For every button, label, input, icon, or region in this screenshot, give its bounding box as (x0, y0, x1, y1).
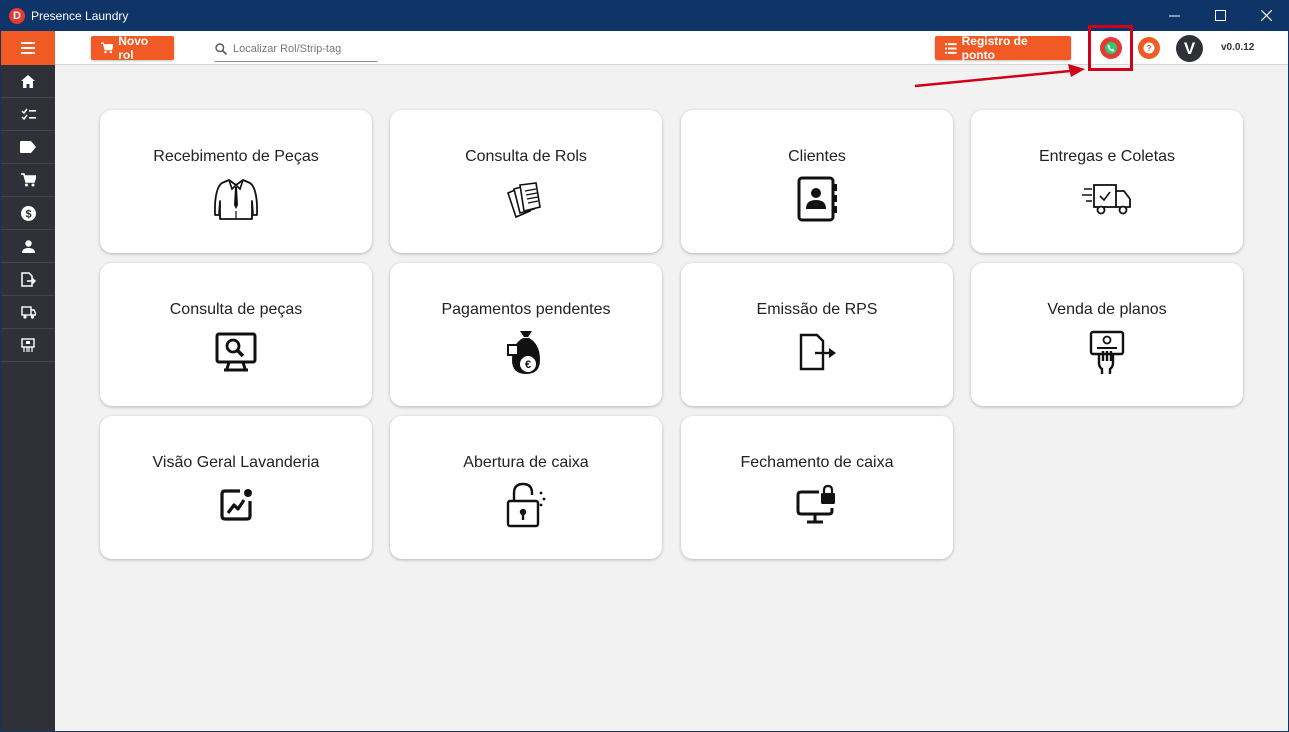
novo-rol-label: Novo rol (118, 34, 149, 62)
card-title: Consulta de Rols (465, 148, 587, 165)
checklist-icon (20, 108, 36, 120)
sidebar-item-finance[interactable]: $ (1, 197, 55, 230)
card-pagamentos-pendentes[interactable]: Pagamentos pendentes € (390, 263, 662, 406)
menu-toggle-button[interactable] (1, 31, 55, 65)
card-abertura-caixa[interactable]: Abertura de caixa (390, 416, 662, 559)
card-title: Consulta de peças (169, 301, 303, 318)
export-document-icon (20, 271, 36, 287)
maximize-button[interactable] (1197, 0, 1243, 31)
shirt-icon (214, 179, 258, 220)
sidebar-item-users[interactable] (1, 230, 55, 263)
avatar[interactable]: V (1176, 35, 1203, 62)
close-icon (1260, 10, 1272, 21)
dollar-icon: $ (20, 205, 36, 221)
svg-text:?: ? (1146, 43, 1151, 53)
search-icon (215, 43, 227, 55)
monitor-search-icon (215, 332, 257, 372)
minimize-icon (1168, 15, 1180, 17)
card-venda-planos[interactable]: Venda de planos (971, 263, 1243, 406)
card-title: Pagamentos pendentes (441, 301, 611, 318)
annotation-arrow (914, 64, 1085, 88)
card-entregas-coletas[interactable]: Entregas e Coletas (971, 110, 1243, 253)
home-icon (21, 74, 35, 88)
card-fechamento-caixa[interactable]: Fechamento de caixa (681, 416, 953, 559)
cart-icon (20, 173, 36, 187)
padlock-icon (506, 482, 546, 528)
sidebar-item-home[interactable] (1, 65, 55, 98)
card-title: Emissão de RPS (756, 301, 878, 318)
card-emissao-rps[interactable]: Emissão de RPS (681, 263, 953, 406)
sidebar-item-tags[interactable] (1, 131, 55, 164)
minimize-button[interactable] (1151, 0, 1197, 31)
sidebar-item-cart[interactable] (1, 164, 55, 197)
search-box (215, 37, 377, 62)
money-bag-icon: € (507, 331, 540, 374)
version-label: v0.0.12 (1221, 42, 1255, 53)
window-controls (1151, 0, 1289, 31)
sidebar: $ (1, 31, 55, 731)
sidebar-item-delivery[interactable] (1, 296, 55, 329)
close-button[interactable] (1243, 0, 1289, 31)
package-icon (21, 337, 35, 352)
card-title: Clientes (788, 148, 846, 165)
highlight-box (1088, 25, 1133, 71)
card-title: Visão Geral Lavanderia (152, 454, 320, 471)
cart-icon (101, 42, 114, 54)
card-clientes[interactable]: Clientes (681, 110, 953, 253)
window-title: Presence Laundry (31, 8, 129, 23)
card-consulta-rols[interactable]: Consulta de Rols (390, 110, 662, 253)
card-consulta-pecas[interactable]: Consulta de peças (100, 263, 372, 406)
tag-icon (20, 141, 36, 153)
person-icon (21, 239, 35, 253)
maximize-icon (1214, 10, 1226, 21)
chart-icon (220, 489, 252, 521)
card-title: Recebimento de Peças (153, 148, 319, 165)
card-title: Fechamento de caixa (740, 454, 894, 471)
card-title: Entregas e Coletas (1038, 148, 1176, 165)
sidebar-item-packages[interactable] (1, 329, 55, 362)
document-export-icon (799, 333, 836, 371)
card-hand-icon (1089, 330, 1125, 374)
sidebar-item-export[interactable] (1, 263, 55, 296)
svg-text:$: $ (25, 208, 31, 220)
contact-book-icon (797, 176, 837, 222)
card-recebimento-pecas[interactable]: Recebimento de Peças (100, 110, 372, 253)
novo-rol-button[interactable]: Novo rol (91, 34, 174, 62)
delivery-truck-icon (21, 305, 36, 319)
search-input[interactable] (233, 43, 368, 55)
hamburger-icon (21, 42, 35, 54)
help-icon: ? (1143, 42, 1155, 54)
card-title: Abertura de caixa (463, 454, 589, 471)
papers-icon (507, 182, 541, 219)
card-title: Venda de planos (1047, 301, 1167, 318)
card-visao-geral[interactable]: Visão Geral Lavanderia (100, 416, 372, 559)
sidebar-item-checklist[interactable] (1, 98, 55, 131)
registro-ponto-button[interactable]: Registro de ponto (935, 34, 1071, 62)
svg-text:€: € (525, 359, 531, 371)
help-button[interactable]: ? (1138, 37, 1160, 59)
registro-ponto-label: Registro de ponto (961, 34, 1028, 62)
app-logo: D (9, 7, 25, 24)
delivery-truck-icon (1082, 184, 1131, 215)
list-icon (945, 42, 957, 54)
monitor-lock-icon (796, 484, 835, 524)
